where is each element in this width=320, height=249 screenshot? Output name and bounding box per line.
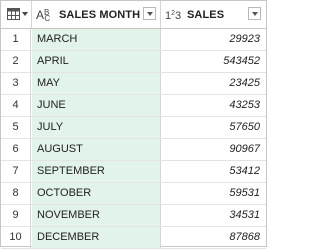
column-label: SALES <box>187 9 225 21</box>
table-menu-button[interactable] <box>1 1 32 28</box>
table-row[interactable]: 8 OCTOBER 59531 <box>1 183 266 205</box>
table-row[interactable]: 2 APRIL 543452 <box>1 51 266 73</box>
cell-sales[interactable]: 23425 <box>162 73 266 94</box>
cell-sales-month[interactable]: OCTOBER <box>32 183 161 204</box>
row-number[interactable]: 9 <box>1 205 31 226</box>
row-number[interactable]: 6 <box>1 139 31 160</box>
table-row[interactable]: 4 JUNE 43253 <box>1 95 266 117</box>
row-number[interactable]: 7 <box>1 161 31 182</box>
cell-sales[interactable]: 34531 <box>162 205 266 226</box>
row-number[interactable]: 10 <box>1 227 31 248</box>
chevron-down-icon <box>22 12 28 16</box>
cell-sales[interactable]: 59531 <box>162 183 266 204</box>
cell-sales-month[interactable]: NOVEMBER <box>32 205 161 226</box>
cell-sales[interactable]: 543452 <box>162 51 266 72</box>
filter-dropdown-button[interactable] <box>248 7 261 20</box>
table-row[interactable]: 3 MAY 23425 <box>1 73 266 95</box>
column-header-sales[interactable]: 123 SALES <box>161 1 265 28</box>
cell-sales[interactable]: 90967 <box>162 139 266 160</box>
text-type-icon[interactable]: ABC <box>36 8 50 23</box>
column-header-sales-month[interactable]: ABC SALES MONTH <box>32 1 161 28</box>
row-number[interactable]: 8 <box>1 183 31 204</box>
data-grid: ABC SALES MONTH 123 SALES 1 MARCH 29923 … <box>0 0 267 249</box>
filter-dropdown-button[interactable] <box>143 7 156 20</box>
row-number[interactable]: 4 <box>1 95 31 116</box>
row-number[interactable]: 3 <box>1 73 31 94</box>
table-row[interactable]: 7 SEPTEMBER 53412 <box>1 161 266 183</box>
row-number[interactable]: 2 <box>1 51 31 72</box>
row-number[interactable]: 5 <box>1 117 31 138</box>
table-row[interactable]: 6 AUGUST 90967 <box>1 139 266 161</box>
cell-sales[interactable]: 43253 <box>162 95 266 116</box>
cell-sales[interactable]: 87868 <box>162 227 266 248</box>
cell-sales[interactable]: 29923 <box>162 29 266 50</box>
cell-sales[interactable]: 53412 <box>162 161 266 182</box>
cell-sales-month[interactable]: MAY <box>32 73 161 94</box>
cell-sales-month[interactable]: JUNE <box>32 95 161 116</box>
whole-number-type-icon[interactable]: 123 <box>165 8 181 22</box>
table-row[interactable]: 5 JULY 57650 <box>1 117 266 139</box>
column-label: SALES MONTH <box>59 9 141 21</box>
column-header-row: ABC SALES MONTH 123 SALES <box>1 1 266 29</box>
cell-sales-month[interactable]: MARCH <box>32 29 161 50</box>
cell-sales-month[interactable]: APRIL <box>32 51 161 72</box>
cell-sales-month[interactable]: AUGUST <box>32 139 161 160</box>
table-icon <box>7 8 20 20</box>
table-row[interactable]: 1 MARCH 29923 <box>1 29 266 51</box>
cell-sales[interactable]: 57650 <box>162 117 266 138</box>
table-row[interactable]: 9 NOVEMBER 34531 <box>1 205 266 227</box>
row-number[interactable]: 1 <box>1 29 31 50</box>
cell-sales-month[interactable]: SEPTEMBER <box>32 161 161 182</box>
table-row[interactable]: 10 DECEMBER 87868 <box>1 227 266 249</box>
cell-sales-month[interactable]: JULY <box>32 117 161 138</box>
cell-sales-month[interactable]: DECEMBER <box>32 227 161 248</box>
